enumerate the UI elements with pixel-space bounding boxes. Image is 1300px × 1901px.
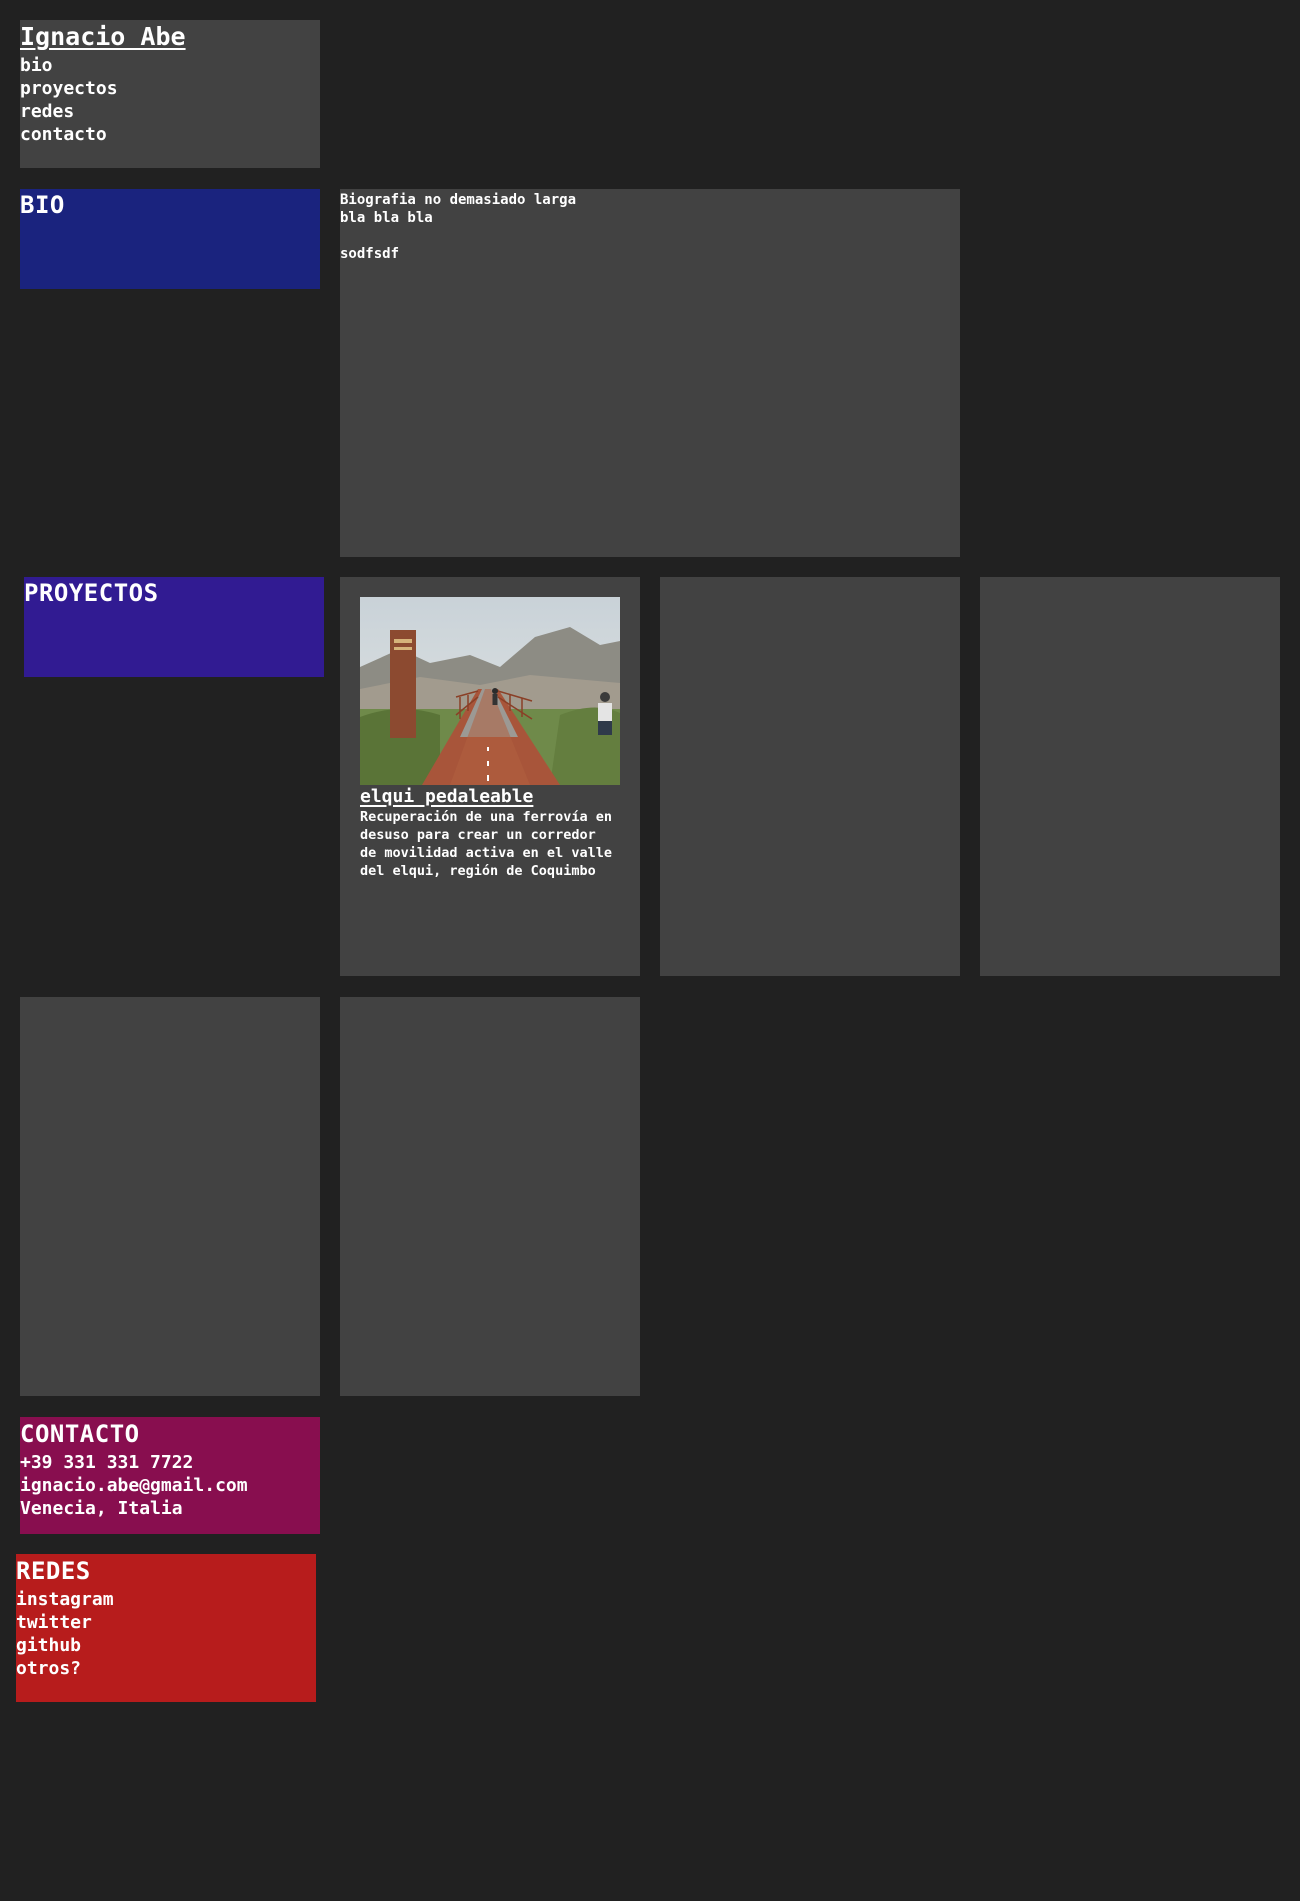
contact-email[interactable]: ignacio.abe@gmail.com [20, 1474, 320, 1497]
nav-item-bio[interactable]: bio [20, 54, 320, 77]
bio-heading: BIO [20, 191, 65, 219]
social-link-github[interactable]: github [16, 1634, 316, 1657]
project-description: Recuperación de una ferrovía en desuso p… [360, 809, 612, 879]
site-header: Ignacio Abe bio proyectos redes contacto [20, 20, 320, 168]
project-card-empty [980, 577, 1280, 976]
bio-content: Biografia no demasiado larga bla bla bla… [340, 189, 960, 557]
project-card[interactable]: elqui pedaleable Recuperación de una fer… [340, 577, 640, 976]
project-card-empty [340, 997, 640, 1396]
projects-heading: PROYECTOS [24, 579, 159, 607]
social-list: instagram twitter github otros? [16, 1588, 316, 1680]
bio-section-label: BIO [20, 189, 320, 289]
project-card-empty [660, 577, 960, 976]
contact-heading: CONTACTO [20, 1420, 140, 1448]
contact-location: Venecia, Italia [20, 1498, 183, 1519]
project-image[interactable] [360, 597, 620, 785]
site-title-link[interactable]: Ignacio Abe [20, 20, 320, 54]
projects-section-label: PROYECTOS [24, 577, 324, 677]
main-nav: bio proyectos redes contacto [20, 54, 320, 146]
nav-item-redes[interactable]: redes [20, 100, 320, 123]
social-link-twitter[interactable]: twitter [16, 1611, 316, 1634]
contact-section: CONTACTO +39 331 331 7722 ignacio.abe@gm… [20, 1417, 320, 1534]
nav-item-contacto[interactable]: contacto [20, 123, 320, 146]
contact-list: +39 331 331 7722 ignacio.abe@gmail.com V… [20, 1451, 320, 1520]
project-card-empty [20, 997, 320, 1396]
social-link-instagram[interactable]: instagram [16, 1588, 316, 1611]
contact-phone[interactable]: +39 331 331 7722 [20, 1451, 320, 1474]
project-title-link[interactable]: elqui pedaleable [360, 786, 620, 808]
bio-text: Biografia no demasiado larga bla bla bla… [340, 192, 577, 262]
social-link-otros[interactable]: otros? [16, 1657, 316, 1680]
nav-item-proyectos[interactable]: proyectos [20, 77, 320, 100]
social-section: REDES instagram twitter github otros? [16, 1554, 316, 1702]
social-heading: REDES [16, 1557, 91, 1585]
